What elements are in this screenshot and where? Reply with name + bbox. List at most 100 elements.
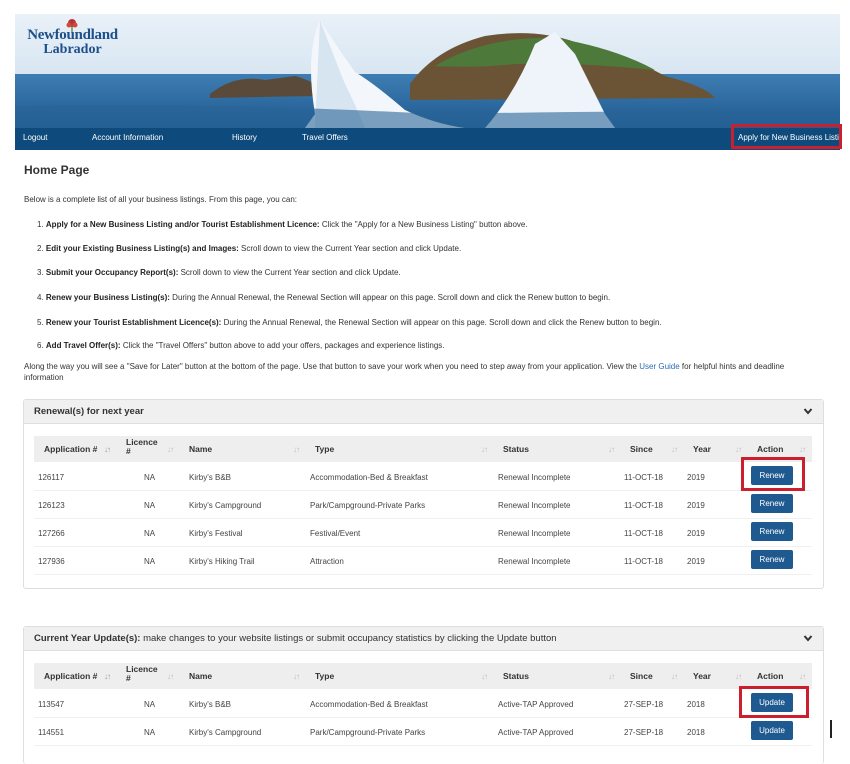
- sort-asc-icon[interactable]: ↓↑: [104, 672, 111, 681]
- table-row: 113547 NA Kirby's B&B Accommodation-Bed …: [34, 689, 812, 718]
- nav-logout[interactable]: Logout: [23, 133, 47, 142]
- main-nav: Logout Account Information History Trave…: [15, 124, 848, 150]
- highlight-box: [731, 124, 842, 149]
- renew-button[interactable]: Renew: [751, 494, 793, 513]
- sort-icon[interactable]: ↓↑: [799, 445, 806, 454]
- current-year-panel-header[interactable]: Current Year Update(s): make changes to …: [24, 627, 823, 651]
- nav-history[interactable]: History: [232, 133, 257, 142]
- nav-account-information[interactable]: Account Information: [92, 133, 163, 142]
- intro-text: Below is a complete list of all your bus…: [24, 195, 298, 204]
- cell-licence: NA: [144, 529, 156, 538]
- cell-since: 27-SEP-18: [624, 728, 664, 737]
- cell-application: 114551: [38, 728, 65, 737]
- col-status[interactable]: Status: [503, 444, 529, 454]
- current-year-panel-title: Current Year Update(s): make changes to …: [34, 633, 557, 644]
- sort-icon[interactable]: ↓↑: [167, 672, 174, 681]
- sort-icon[interactable]: ↓↑: [481, 672, 488, 681]
- table-row: 126123 NA Kirby's Campground Park/Campgr…: [34, 490, 812, 519]
- col-since[interactable]: Since: [630, 444, 653, 454]
- table-row: 126117 NA Kirby's B&B Accommodation-Bed …: [34, 462, 812, 491]
- col-type[interactable]: Type: [315, 444, 334, 454]
- list-item: 6. Add Travel Offer(s): Click the "Trave…: [37, 341, 445, 350]
- col-name[interactable]: Name: [189, 444, 212, 454]
- cell-status: Renewal Incomplete: [498, 501, 571, 510]
- cell-type: Accommodation-Bed & Breakfast: [310, 700, 428, 709]
- banner-image: [15, 14, 840, 128]
- cell-year: 2019: [687, 473, 705, 482]
- cell-type: Festival/Event: [310, 529, 361, 538]
- list-item: 2. Edit your Existing Business Listing(s…: [37, 244, 462, 253]
- col-status[interactable]: Status: [503, 671, 529, 681]
- sort-icon[interactable]: ↓↑: [671, 445, 678, 454]
- save-for-later-note: Along the way you will see a "Save for L…: [24, 362, 785, 382]
- cell-type: Accommodation-Bed & Breakfast: [310, 473, 428, 482]
- cell-application: 113547: [38, 700, 65, 709]
- col-application[interactable]: Application #: [44, 444, 97, 454]
- renew-button[interactable]: Renew: [751, 550, 793, 569]
- pitcher-plant-icon: [66, 19, 78, 32]
- table-row: 127936 NA Kirby's Hiking Trail Attractio…: [34, 546, 812, 575]
- cell-name: Kirby's Campground: [189, 501, 262, 510]
- col-year[interactable]: Year: [693, 444, 711, 454]
- cell-status: Active-TAP Approved: [498, 700, 574, 709]
- cell-application: 127936: [38, 557, 65, 566]
- sort-icon[interactable]: ↓↑: [167, 445, 174, 454]
- col-year[interactable]: Year: [693, 671, 711, 681]
- table-header: Application # ↓↑ Licence # ↓↑ Name ↓↑ Typ…: [34, 436, 812, 462]
- cell-licence: NA: [144, 557, 156, 566]
- renewal-panel: Renewal(s) for next year Application # ↓…: [23, 399, 824, 589]
- renewal-panel-header[interactable]: Renewal(s) for next year: [24, 400, 823, 424]
- list-item: 5. Renew your Tourist Establishment Lice…: [37, 318, 662, 327]
- sort-icon[interactable]: ↓↑: [608, 672, 615, 681]
- cell-since: 11-OCT-18: [624, 557, 663, 566]
- list-item: 4. Renew your Business Listing(s): Durin…: [37, 293, 611, 302]
- sort-icon[interactable]: ↓↑: [293, 445, 300, 454]
- cell-since: 11-OCT-18: [624, 529, 663, 538]
- sort-icon[interactable]: ↓↑: [735, 672, 742, 681]
- col-name[interactable]: Name: [189, 671, 212, 681]
- chevron-down-icon[interactable]: [803, 406, 813, 416]
- table-header: Application # ↓↑ Licence # ↓↑ Name ↓↑ Typ…: [34, 663, 812, 689]
- cell-year: 2019: [687, 501, 705, 510]
- cell-status: Renewal Incomplete: [498, 473, 571, 482]
- col-since[interactable]: Since: [630, 671, 653, 681]
- sort-icon[interactable]: ↓↑: [735, 445, 742, 454]
- cell-type: Attraction: [310, 557, 344, 566]
- chevron-down-icon[interactable]: [803, 633, 813, 643]
- cell-status: Active-TAP Approved: [498, 728, 574, 737]
- col-type[interactable]: Type: [315, 671, 334, 681]
- table-row: 114551 NA Kirby's Campground Park/Campgr…: [34, 717, 812, 746]
- update-button[interactable]: Update: [751, 721, 793, 740]
- nav-travel-offers[interactable]: Travel Offers: [302, 133, 348, 142]
- cell-name: Kirby's Hiking Trail: [189, 557, 255, 566]
- highlight-box: [739, 686, 809, 718]
- renew-button[interactable]: Renew: [751, 522, 793, 541]
- table-row: 127266 NA Kirby's Festival Festival/Even…: [34, 518, 812, 547]
- cell-status: Renewal Incomplete: [498, 529, 571, 538]
- col-application[interactable]: Application #: [44, 671, 97, 681]
- cell-application: 126123: [38, 501, 65, 510]
- cell-application: 127266: [38, 529, 65, 538]
- current-year-panel: Current Year Update(s): make changes to …: [23, 626, 824, 764]
- brand-logo[interactable]: Newfoundland Labrador: [25, 19, 120, 57]
- sort-icon[interactable]: ↓↑: [799, 672, 806, 681]
- cell-name: Kirby's Campground: [189, 728, 262, 737]
- cell-year: 2018: [687, 728, 705, 737]
- col-licence[interactable]: Licence #: [126, 665, 158, 683]
- sort-icon[interactable]: ↓↑: [481, 445, 488, 454]
- cell-year: 2018: [687, 700, 705, 709]
- highlight-box: [741, 457, 805, 491]
- cell-year: 2019: [687, 557, 705, 566]
- renewal-panel-title: Renewal(s) for next year: [34, 406, 144, 417]
- sort-icon[interactable]: ↓↑: [671, 672, 678, 681]
- cell-since: 11-OCT-18: [624, 473, 663, 482]
- logo-line-2: Labrador: [43, 42, 102, 57]
- header-banner: Newfoundland Labrador: [15, 14, 840, 128]
- cell-since: 27-SEP-18: [624, 700, 664, 709]
- col-licence[interactable]: Licence #: [126, 438, 158, 456]
- sort-icon[interactable]: ↓↑: [293, 672, 300, 681]
- user-guide-link[interactable]: User Guide: [639, 362, 679, 371]
- cell-licence: NA: [144, 473, 156, 482]
- sort-asc-icon[interactable]: ↓↑: [104, 445, 111, 454]
- sort-icon[interactable]: ↓↑: [608, 445, 615, 454]
